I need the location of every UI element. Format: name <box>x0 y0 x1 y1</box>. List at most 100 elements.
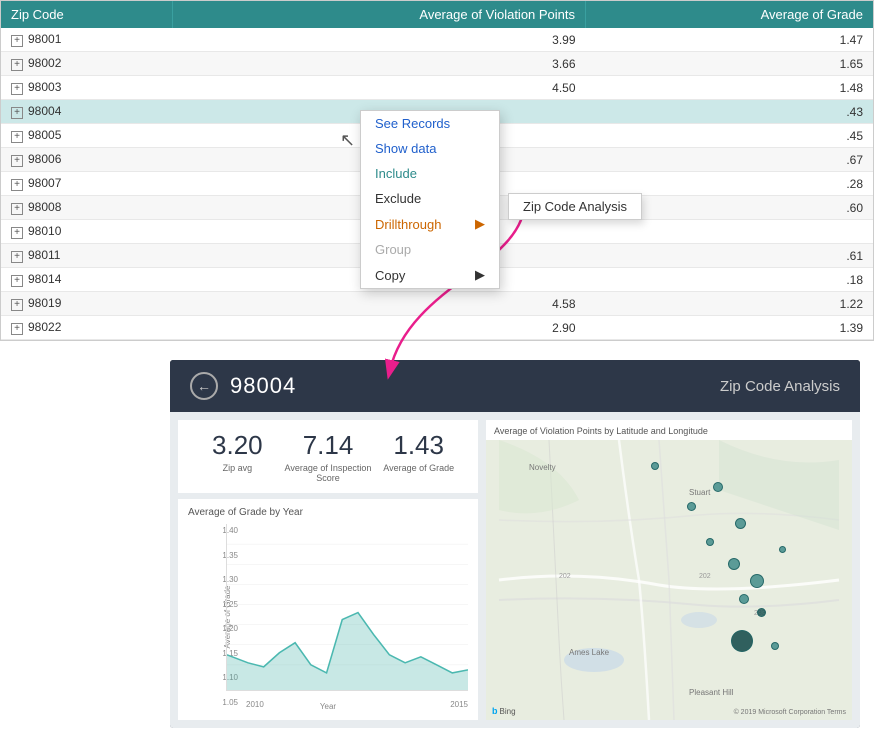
zip-cell: +98019 <box>1 292 172 316</box>
table-row[interactable]: +980013.991.47 <box>1 28 873 52</box>
zip-cell: +98003 <box>1 76 172 100</box>
dashboard-header-left: ← 98004 <box>190 372 296 400</box>
table-row[interactable]: +980194.581.22 <box>1 292 873 316</box>
map-dot-6 <box>728 558 740 570</box>
zip-cell: +98011 <box>1 244 172 268</box>
y-label-8: 1.05 <box>210 698 242 707</box>
drillthrough-popup[interactable]: Zip Code Analysis <box>508 193 642 220</box>
stats-row: 3.20 Zip avg 7.14 Average of Inspection … <box>178 420 478 493</box>
expand-icon[interactable]: + <box>11 83 23 95</box>
dashboard-section: ← 98004 Zip Code Analysis 3.20 Zip avg 7… <box>170 360 860 728</box>
zip-title: 98004 <box>230 373 296 399</box>
context-see-records[interactable]: See Records <box>361 111 499 136</box>
svg-text:Pleasant Hill: Pleasant Hill <box>689 688 734 697</box>
chart-area: Average of Grade 1.40 1.35 1.30 1.25 1.2… <box>188 524 468 709</box>
x-label-2015: 2015 <box>450 700 468 709</box>
violation-cell: 4.58 <box>172 292 585 316</box>
zip-cell: +98001 <box>1 28 172 52</box>
stat-zip-avg: 3.20 Zip avg <box>192 430 283 483</box>
expand-icon[interactable]: + <box>11 275 23 287</box>
dashboard-body: 3.20 Zip avg 7.14 Average of Inspection … <box>170 412 860 728</box>
stat-grade-label: Average of Grade <box>373 463 464 473</box>
map-panel: Average of Violation Points by Latitude … <box>486 420 852 720</box>
zip-cell: +98004 <box>1 100 172 124</box>
svg-text:Ames Lake: Ames Lake <box>569 648 610 657</box>
expand-icon[interactable]: + <box>11 155 23 167</box>
dashboard-header: ← 98004 Zip Code Analysis <box>170 360 860 412</box>
table-row[interactable]: +980034.501.48 <box>1 76 873 100</box>
map-roads-svg: Novelty Stuart Ames Lake Pleasant Hill 2… <box>486 440 852 720</box>
stat-inspection: 7.14 Average of Inspection Score <box>283 430 374 483</box>
svg-text:Novelty: Novelty <box>529 463 556 472</box>
grade-cell: .45 <box>586 124 873 148</box>
stat-inspection-label: Average of Inspection Score <box>283 463 374 483</box>
expand-icon[interactable]: + <box>11 251 23 263</box>
bing-copyright: © 2019 Microsoft Corporation Terms <box>734 709 846 716</box>
violation-cell: 4.50 <box>172 76 585 100</box>
map-dot-5 <box>706 538 714 546</box>
map-dot-9 <box>757 608 766 617</box>
grade-cell: .43 <box>586 100 873 124</box>
bing-b: b <box>492 706 498 716</box>
svg-text:Stuart: Stuart <box>689 488 711 497</box>
map-dot-2 <box>713 482 723 492</box>
expand-icon[interactable]: + <box>11 107 23 119</box>
grade-cell: 1.22 <box>586 292 873 316</box>
violation-cell: 3.66 <box>172 52 585 76</box>
svg-text:202: 202 <box>559 573 571 580</box>
grade-cell: 1.65 <box>586 52 873 76</box>
grade-cell: .61 <box>586 244 873 268</box>
expand-icon[interactable]: + <box>11 323 23 335</box>
grade-cell: 1.47 <box>586 28 873 52</box>
map-title: Average of Violation Points by Latitude … <box>486 420 852 440</box>
map-dot-7 <box>750 574 764 588</box>
drillthrough-arrow-icon: ▶ <box>475 216 485 232</box>
expand-icon[interactable]: + <box>11 131 23 143</box>
grade-cell: .18 <box>586 268 873 292</box>
x-label-2010: 2010 <box>246 700 264 709</box>
violation-cell: 3.99 <box>172 28 585 52</box>
bing-logo: b Bing <box>492 706 516 716</box>
table-row[interactable]: +980023.661.65 <box>1 52 873 76</box>
stat-grade-value: 1.43 <box>373 430 464 461</box>
map-dot-8 <box>739 594 749 604</box>
stat-zip-avg-value: 3.20 <box>192 430 283 461</box>
context-group: Group <box>361 237 499 262</box>
x-axis-title: Year <box>320 702 336 711</box>
stat-grade: 1.43 Average of Grade <box>373 430 464 483</box>
chart-container: Average of Grade by Year Average of Grad… <box>178 499 478 720</box>
left-panel: 3.20 Zip avg 7.14 Average of Inspection … <box>178 420 478 720</box>
grade-cell: .28 <box>586 172 873 196</box>
zip-cell: +98007 <box>1 172 172 196</box>
back-button[interactable]: ← <box>190 372 218 400</box>
zip-cell: +98010 <box>1 220 172 244</box>
expand-icon[interactable]: + <box>11 203 23 215</box>
zip-cell: +98005 <box>1 124 172 148</box>
expand-icon[interactable]: + <box>11 227 23 239</box>
dashboard-title: Zip Code Analysis <box>720 378 840 395</box>
zip-cell: +98006 <box>1 148 172 172</box>
grade-cell <box>586 220 873 244</box>
zip-cell: +98008 <box>1 196 172 220</box>
expand-icon[interactable]: + <box>11 179 23 191</box>
col-header-grade: Average of Grade <box>586 1 873 28</box>
chart-title: Average of Grade by Year <box>188 507 468 518</box>
grade-cell: 1.39 <box>586 316 873 340</box>
grade-cell: .67 <box>586 148 873 172</box>
context-include[interactable]: Include <box>361 161 499 186</box>
expand-icon[interactable]: + <box>11 35 23 47</box>
expand-icon[interactable]: + <box>11 299 23 311</box>
grade-cell: 1.48 <box>586 76 873 100</box>
map-dot-3 <box>687 502 696 511</box>
expand-icon[interactable]: + <box>11 59 23 71</box>
svg-text:202: 202 <box>699 573 711 580</box>
context-show-data[interactable]: Show data <box>361 136 499 161</box>
context-exclude[interactable]: Exclude <box>361 186 499 211</box>
context-copy[interactable]: Copy ▶ <box>361 262 499 288</box>
violation-cell: 2.90 <box>172 316 585 340</box>
col-header-violation: Average of Violation Points <box>172 1 585 28</box>
context-drillthrough[interactable]: Drillthrough ▶ <box>361 211 499 237</box>
copy-arrow-icon: ▶ <box>475 267 485 283</box>
table-row[interactable]: +980222.901.39 <box>1 316 873 340</box>
context-menu: See Records Show data Include Exclude Dr… <box>360 110 500 289</box>
